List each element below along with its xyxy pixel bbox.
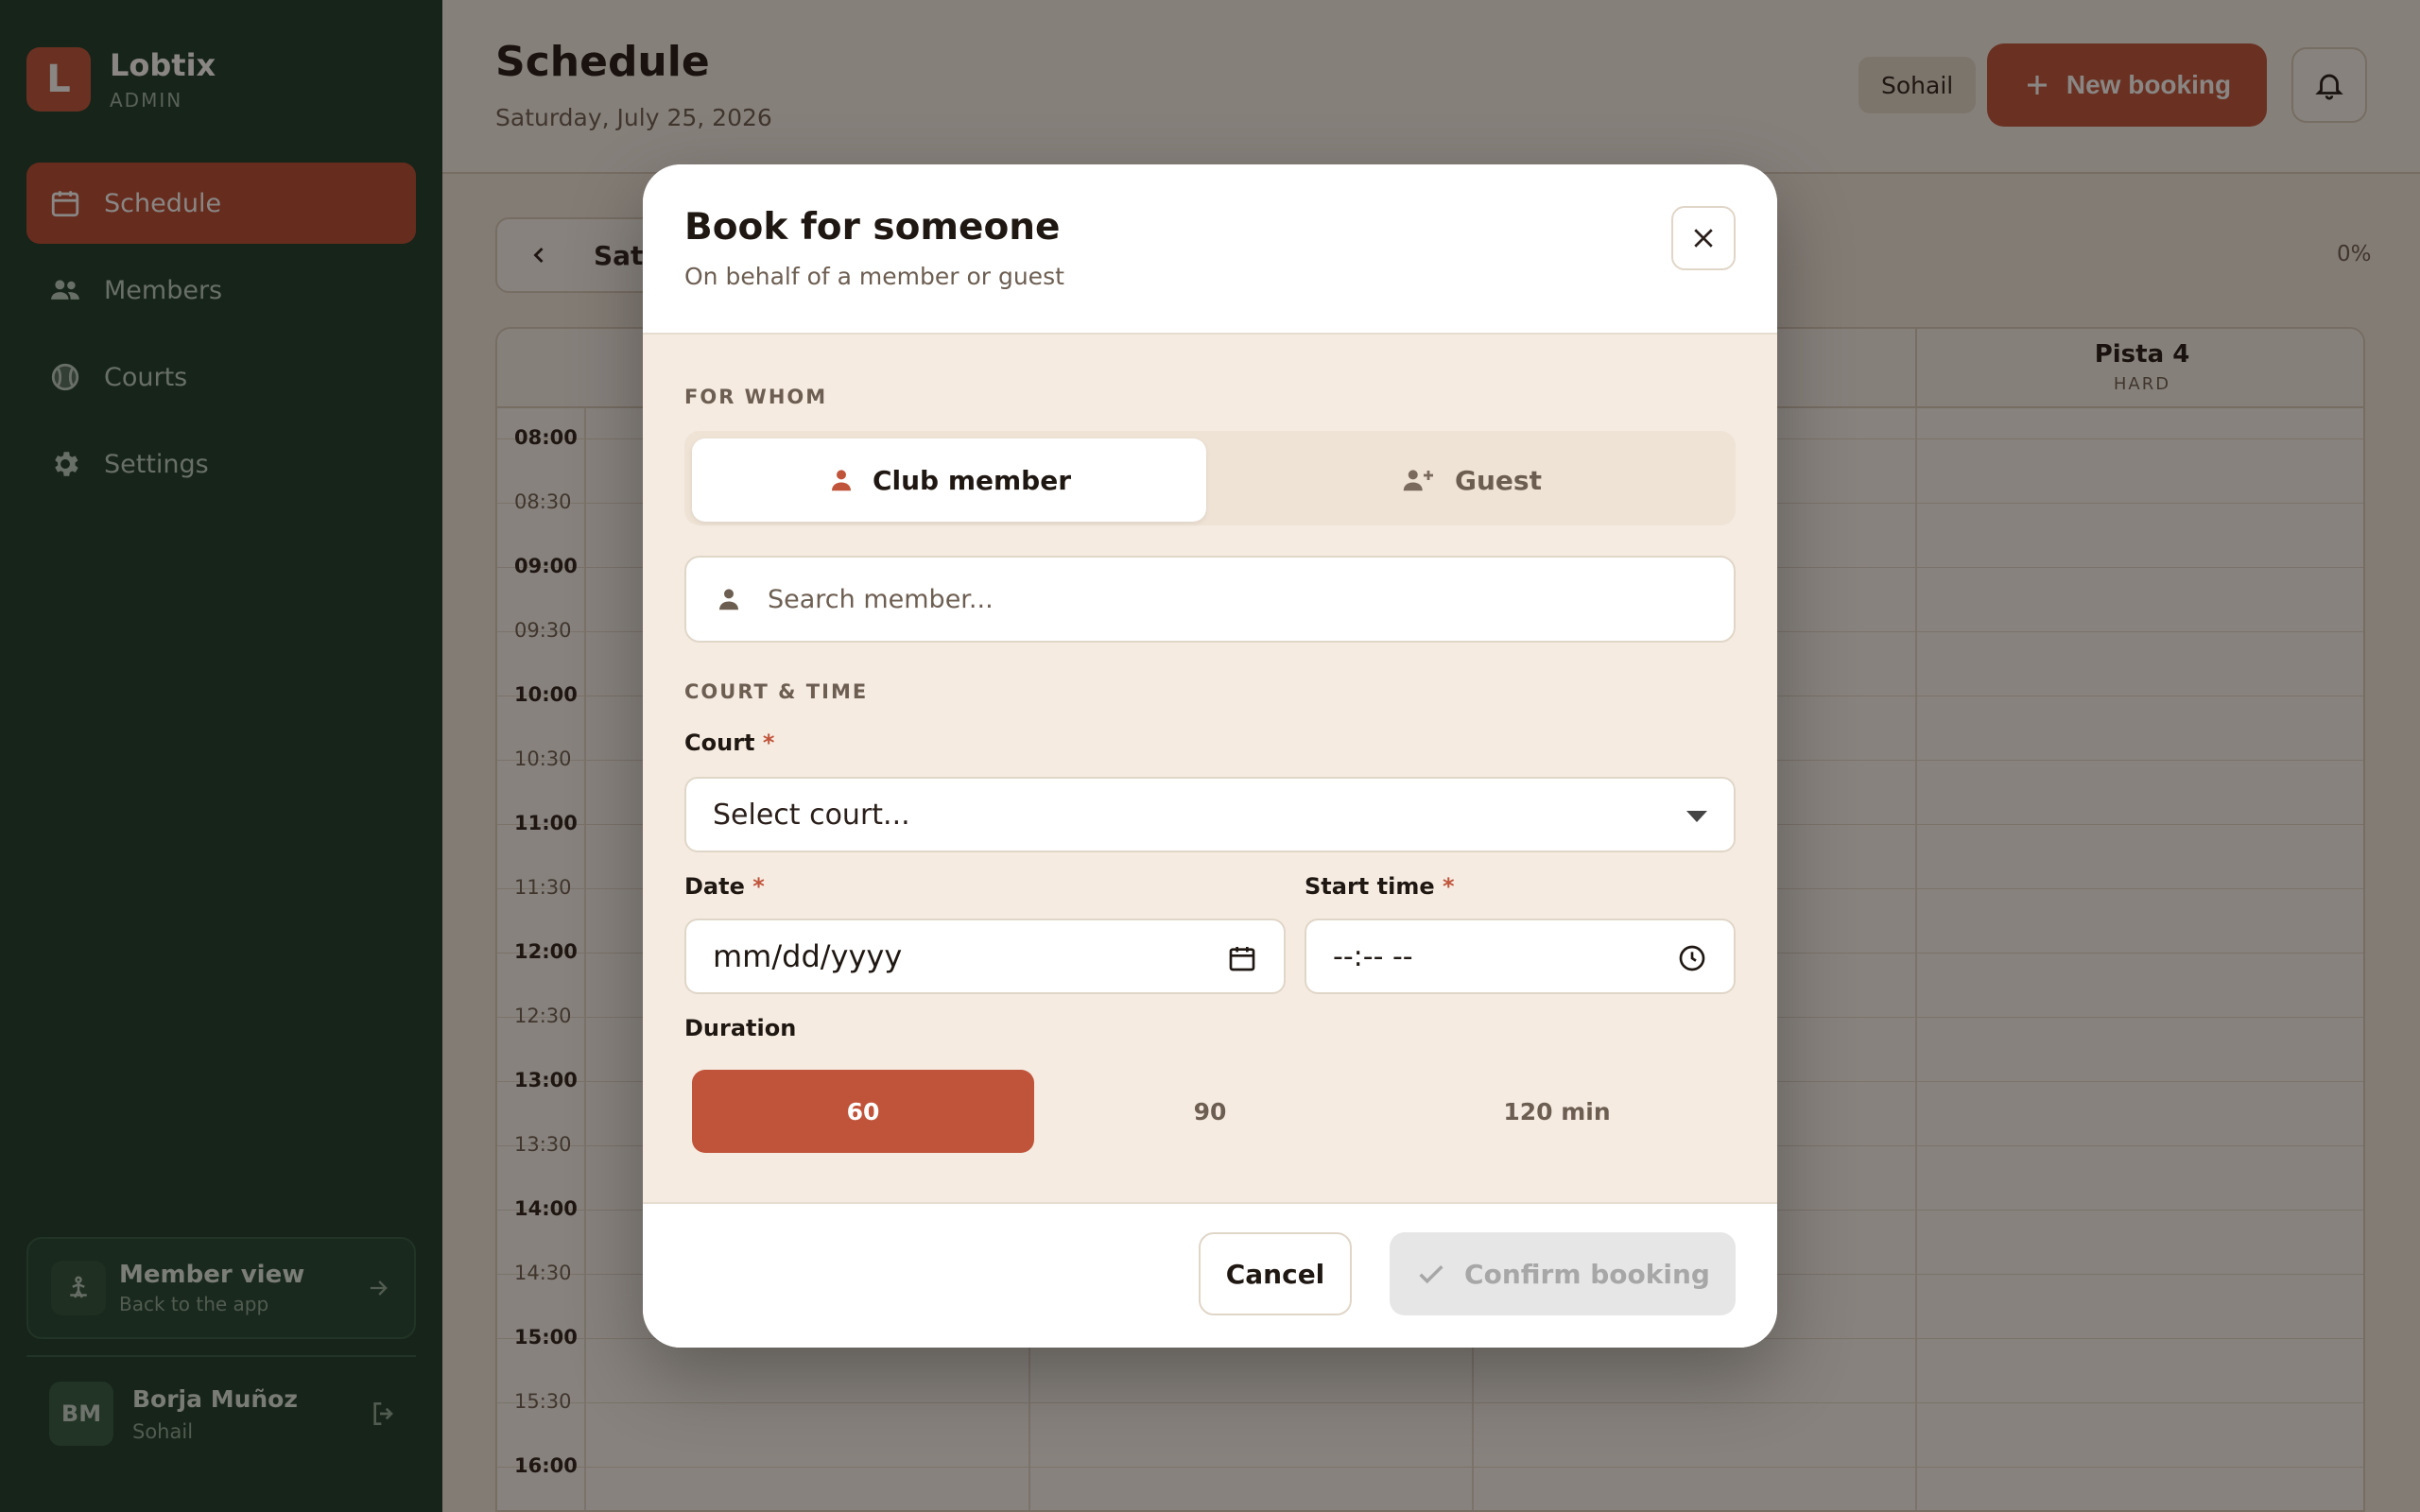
dialog-header: Book for someone On behalf of a member o… xyxy=(643,164,1777,335)
duration-option-120[interactable]: 120 min xyxy=(1386,1070,1728,1153)
guest-option[interactable]: Guest xyxy=(1214,438,1728,522)
court-select[interactable]: Select court... xyxy=(684,777,1736,852)
dialog-title: Book for someone xyxy=(684,206,1061,249)
book-for-someone-dialog: Book for someone On behalf of a member o… xyxy=(643,164,1777,1348)
court-time-label: COURT & TIME xyxy=(684,680,869,703)
date-input[interactable]: mm/dd/yyyy xyxy=(684,919,1286,994)
check-icon xyxy=(1419,1264,1443,1284)
guest-label: Guest xyxy=(1455,464,1542,496)
add-person-icon xyxy=(1403,470,1434,491)
member-search-input[interactable] xyxy=(768,584,1734,614)
court-select-value: Select court... xyxy=(713,798,910,832)
court-field-label: Court * xyxy=(684,730,775,756)
date-input-placeholder: mm/dd/yyyy xyxy=(713,938,903,974)
duration-option-60[interactable]: 60 xyxy=(692,1070,1034,1153)
confirm-booking-label: Confirm booking xyxy=(1464,1258,1710,1290)
member-search-box xyxy=(684,556,1736,643)
club-member-option[interactable]: Club member xyxy=(692,438,1206,522)
date-field-label: Date * xyxy=(684,873,765,900)
calendar-icon[interactable] xyxy=(1227,943,1257,973)
dialog-subtitle: On behalf of a member or guest xyxy=(684,263,1064,290)
required-mark: * xyxy=(752,873,765,900)
close-icon xyxy=(1694,229,1713,248)
required-mark: * xyxy=(762,730,775,756)
duration-option-90[interactable]: 90 xyxy=(1039,1070,1381,1153)
close-button[interactable] xyxy=(1671,206,1736,270)
required-mark: * xyxy=(1442,873,1455,900)
person-icon xyxy=(719,589,738,610)
clock-icon[interactable] xyxy=(1677,943,1707,973)
cancel-button[interactable]: Cancel xyxy=(1199,1232,1352,1315)
caret-down-icon xyxy=(1686,811,1707,822)
for-whom-label: FOR WHOM xyxy=(684,386,828,408)
start-time-input[interactable]: --:-- -- xyxy=(1305,919,1736,994)
start-time-placeholder: --:-- -- xyxy=(1333,939,1413,973)
duration-field-label: Duration xyxy=(684,1015,797,1041)
dialog-footer: Cancel Confirm booking xyxy=(643,1202,1777,1348)
person-icon xyxy=(831,470,851,491)
confirm-booking-button[interactable]: Confirm booking xyxy=(1390,1232,1736,1315)
for-whom-toggle: Club member Guest xyxy=(684,431,1736,525)
club-member-label: Club member xyxy=(872,464,1072,496)
start-time-field-label: Start time * xyxy=(1305,873,1455,900)
